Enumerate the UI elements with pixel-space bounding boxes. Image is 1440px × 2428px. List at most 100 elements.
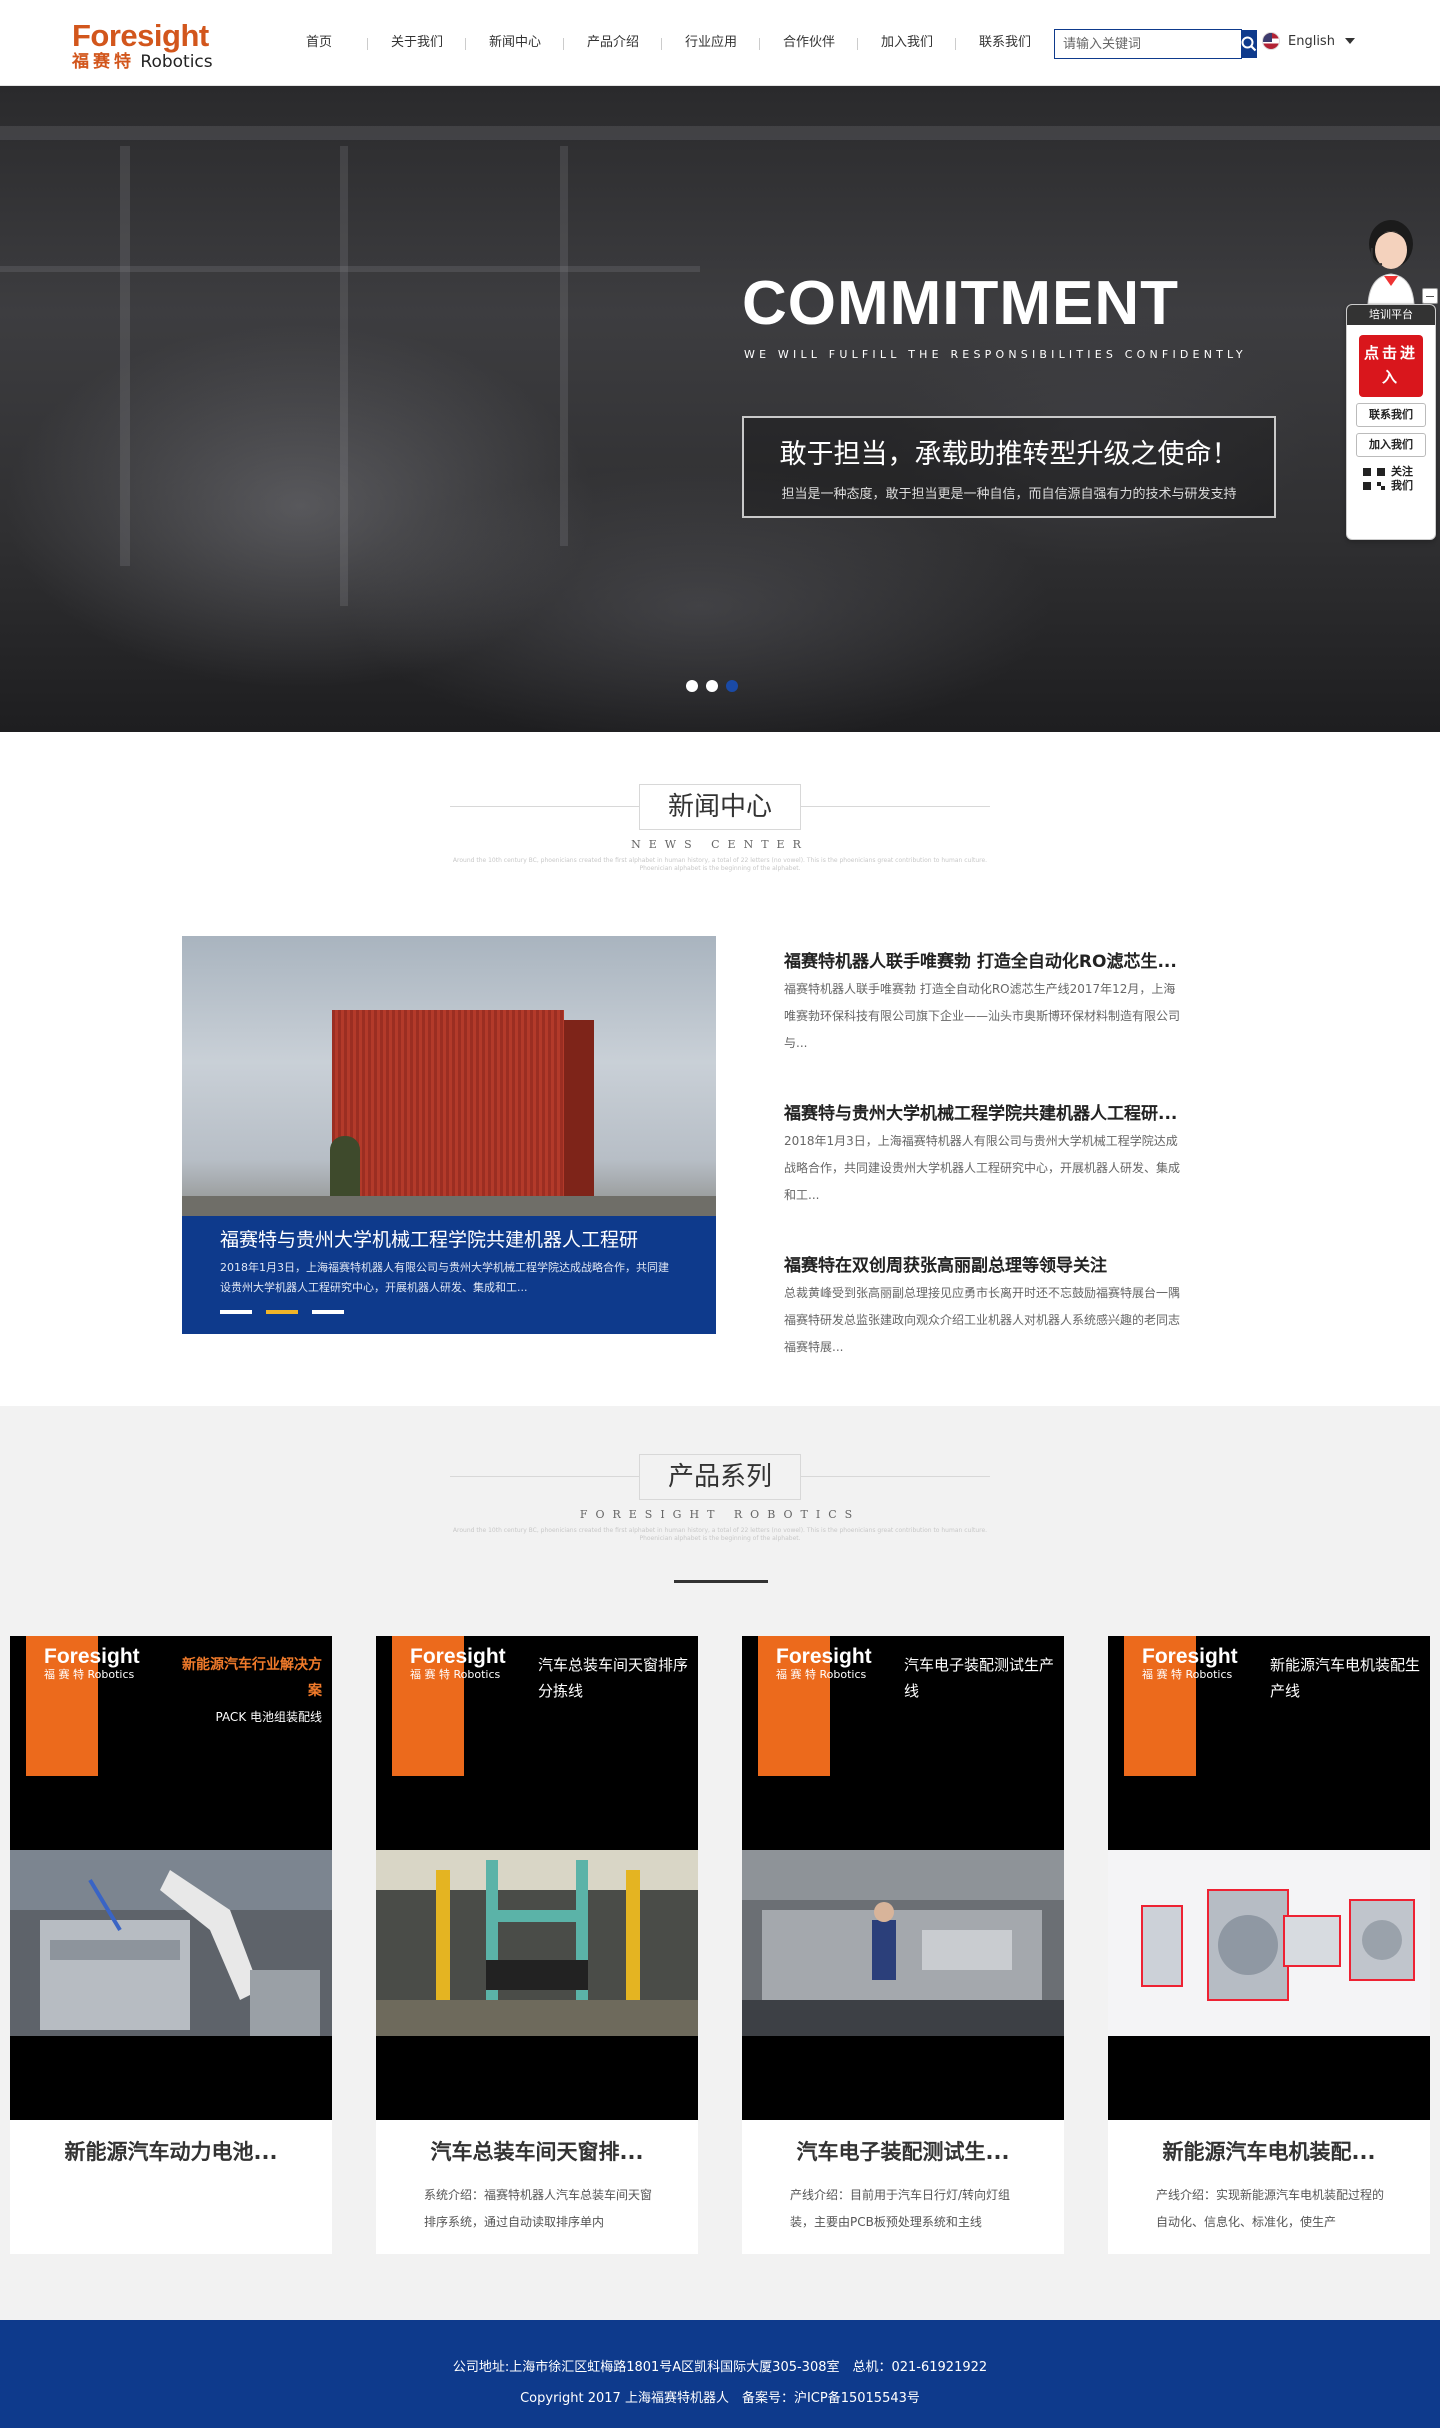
nav-about[interactable]: 关于我们	[368, 30, 466, 56]
product-card[interactable]: Foresight 福 赛 特 Robotics 汽车电子装配测试生产线 汽车电…	[742, 1636, 1064, 2254]
chevron-down-icon	[1344, 38, 1355, 44]
nav-products[interactable]: 产品介绍	[564, 30, 662, 56]
banner-slogan-box: 敢于担当，承载助推转型升级之使命！ 担当是一种态度，敢于担当更是一种自信，而自信…	[742, 416, 1276, 518]
products-section-title: 产品系列 FORESIGHT ROBOTICS Around the 10th …	[450, 1454, 990, 1543]
nav-news[interactable]: 新闻中心	[466, 30, 564, 56]
nav-partners[interactable]: 合作伙伴	[760, 30, 858, 56]
news-item-desc: 总裁黄峰受到张高丽副总理接见应勇市长离开时还不忘鼓励福赛特展台一隅福赛特研发总监…	[784, 1286, 1181, 1354]
product-image: Foresight 福 赛 特 Robotics 汽车总装车间天窗排序分拣线	[376, 1636, 698, 2120]
product-name[interactable]: 汽车电子装配测试生...	[742, 2136, 1064, 2166]
news-heading: 新闻中心	[638, 784, 801, 830]
news-heading-en: NEWS CENTER	[631, 838, 809, 851]
product-logo-text: Foresight	[44, 1645, 140, 1668]
logo-cn: 福赛特	[72, 52, 135, 72]
building-image	[332, 1010, 594, 1216]
news-feature[interactable]: 福赛特与贵州大学机械工程学院共建机器人工程研 2018年1月3日，上海福赛特机器…	[182, 936, 716, 1334]
site-header: Foresight 福赛特 Robotics 首页 关于我们 新闻中心 产品介绍…	[0, 0, 1440, 86]
news-item-desc: 福赛特机器人联手唯赛勃 打造全自动化RO滤芯生产线2017年12月，上海唯赛勃环…	[784, 982, 1181, 1050]
logo-subline: 福赛特 Robotics	[72, 52, 232, 72]
contact-us-button[interactable]: 联系我们	[1356, 403, 1426, 427]
logo[interactable]: Foresight 福赛特 Robotics	[72, 20, 232, 73]
news-item-title[interactable]: 福赛特机器人联手唯赛勃 打造全自动化RO滤芯生...	[784, 950, 1184, 974]
qr-code-icon	[1363, 468, 1385, 490]
news-item-title[interactable]: 福赛特在双创周获张高丽副总理等领导关注	[784, 1254, 1184, 1278]
close-icon[interactable]	[1422, 288, 1438, 304]
hero-banner: COMMITMENT WE WILL FULFILL THE RESPONSIB…	[0, 86, 1440, 732]
news-item-title[interactable]: 福赛特与贵州大学机械工程学院共建机器人工程研...	[784, 1102, 1184, 1126]
products-fine-print: Around the 10th century BC, phoenicians …	[452, 1527, 988, 1542]
news-feature-image	[182, 936, 716, 1216]
slider-dot[interactable]	[706, 680, 718, 692]
footer-copyright: Copyright 2017 上海福赛特机器人 备案号：沪ICP备1501554…	[520, 2391, 920, 2406]
nav-contact[interactable]: 联系我们	[956, 30, 1054, 56]
product-name[interactable]: 新能源汽车动力电池...	[10, 2136, 332, 2166]
us-flag-icon	[1262, 32, 1280, 50]
banner-beam	[560, 146, 568, 546]
customer-service-avatar-icon	[1367, 220, 1415, 304]
slider-dots	[686, 680, 738, 692]
banner-beam	[340, 146, 348, 606]
product-card[interactable]: Foresight 福 赛 特 Robotics 新能源汽车电机装配生产线 新能…	[1108, 1636, 1430, 2254]
product-tag: 汽车电子装配测试生产线	[904, 1656, 1055, 1700]
footer-address: 公司地址:上海市徐汇区虹梅路1801号A区凯科国际大厦305-308室 总机：0…	[452, 2360, 988, 2375]
banner-slogan-sub: 担当是一种态度，敢于担当更是一种自信，而自信源自强有力的技术与研发支持	[781, 487, 1237, 502]
service-panel: 培训平台 点击进入 联系我们 加入我们 关注我们	[1346, 304, 1436, 540]
site-footer: 公司地址:上海市徐汇区虹梅路1801号A区凯科国际大厦305-308室 总机：0…	[0, 2320, 1440, 2428]
sunroof-line-photo	[376, 1850, 698, 2036]
news-item[interactable]: 福赛特机器人联手唯赛勃 打造全自动化RO滤芯生... 福赛特机器人联手唯赛勃 打…	[784, 950, 1184, 1102]
product-logo-text: Foresight	[776, 1645, 872, 1668]
product-tag: 新能源汽车行业解决方案 PACK 电池组装配线	[172, 1652, 322, 1730]
nav-home[interactable]: 首页	[270, 30, 368, 56]
news-item[interactable]: 福赛特与贵州大学机械工程学院共建机器人工程研... 2018年1月3日，上海福赛…	[784, 1102, 1184, 1254]
nav-join[interactable]: 加入我们	[858, 30, 956, 56]
news-item[interactable]: 福赛特在双创周获张高丽副总理等领导关注 总裁黄峰受到张高丽副总理接见应勇市长离开…	[784, 1254, 1184, 1406]
news-feature-desc: 2018年1月3日，上海福赛特机器人有限公司与贵州大学机械工程学院达成战略合作，…	[220, 1261, 669, 1294]
product-logo-sub: 福 赛 特 Robotics	[776, 1668, 867, 1681]
products-heading-underline	[674, 1580, 768, 1583]
news-slider-indicators	[220, 1310, 344, 1314]
search-box	[1054, 29, 1257, 59]
product-image: Foresight 福 赛 特 Robotics 新能源汽车行业解决方案 PAC…	[10, 1636, 332, 2120]
product-logo: Foresight 福 赛 特 Robotics	[410, 1646, 506, 1682]
product-logo-text: Foresight	[1142, 1645, 1238, 1668]
news-section-title: 新闻中心 NEWS CENTER Around the 10th century…	[450, 784, 990, 873]
service-widget: 培训平台 点击进入 联系我们 加入我们 关注我们	[1344, 214, 1438, 540]
electronics-line-photo	[742, 1850, 1064, 2036]
product-card[interactable]: Foresight 福 赛 特 Robotics 汽车总装车间天窗排序分拣线 汽…	[376, 1636, 698, 2254]
product-desc: 系统介绍：福赛特机器人汽车总装车间天窗排序系统，通过自动读取排序单内	[424, 2188, 653, 2229]
product-logo-sub: 福 赛 特 Robotics	[1142, 1668, 1233, 1681]
news-feature-title: 福赛特与贵州大学机械工程学院共建机器人工程研	[220, 1229, 639, 1251]
product-logo: Foresight 福 赛 特 Robotics	[44, 1646, 140, 1682]
product-desc	[58, 2182, 288, 2236]
search-button[interactable]	[1241, 30, 1257, 58]
slider-dot-active[interactable]	[726, 680, 738, 692]
news-slider-bar[interactable]	[220, 1310, 252, 1314]
training-platform-label: 培训平台	[1347, 305, 1435, 325]
join-us-button[interactable]: 加入我们	[1356, 433, 1426, 457]
news-fine-print: Around the 10th century BC, phoenicians …	[452, 857, 988, 872]
banner-title: COMMITMENT	[742, 269, 1180, 338]
news-item-desc: 2018年1月3日，上海福赛特机器人有限公司与贵州大学机械工程学院达成战略合作，…	[784, 1134, 1181, 1202]
product-name[interactable]: 新能源汽车电机装配...	[1108, 2136, 1430, 2166]
product-tag: 新能源汽车电机装配生产线	[1270, 1656, 1421, 1700]
product-name[interactable]: 汽车总装车间天窗排...	[376, 2136, 698, 2166]
product-logo-sub: 福 赛 特 Robotics	[44, 1668, 135, 1681]
products-heading-en: FORESIGHT ROBOTICS	[579, 1508, 861, 1521]
banner-beam	[120, 146, 130, 566]
follow-us-button[interactable]: 关注我们	[1347, 465, 1435, 493]
slider-dot[interactable]	[686, 680, 698, 692]
product-card[interactable]: Foresight 福 赛 特 Robotics 新能源汽车行业解决方案 PAC…	[10, 1636, 332, 2254]
follow-us-label: 关注我们	[1391, 465, 1413, 492]
news-slider-bar-active[interactable]	[266, 1310, 298, 1314]
search-input[interactable]	[1055, 30, 1241, 58]
language-switcher[interactable]: English	[1262, 32, 1355, 50]
news-feature-caption: 福赛特与贵州大学机械工程学院共建机器人工程研 2018年1月3日，上海福赛特机器…	[182, 1216, 716, 1334]
product-logo-text: Foresight	[410, 1645, 506, 1668]
logo-robotics: Robotics	[140, 52, 213, 72]
nav-industry[interactable]: 行业应用	[662, 30, 760, 56]
main-nav: 首页 关于我们 新闻中心 产品介绍 行业应用 合作伙伴 加入我们 联系我们	[270, 30, 1054, 56]
enter-button[interactable]: 点击进入	[1359, 335, 1423, 397]
news-list: 福赛特机器人联手唯赛勃 打造全自动化RO滤芯生... 福赛特机器人联手唯赛勃 打…	[784, 950, 1184, 1406]
news-slider-bar[interactable]	[312, 1310, 344, 1314]
battery-line-photo	[10, 1850, 332, 2036]
